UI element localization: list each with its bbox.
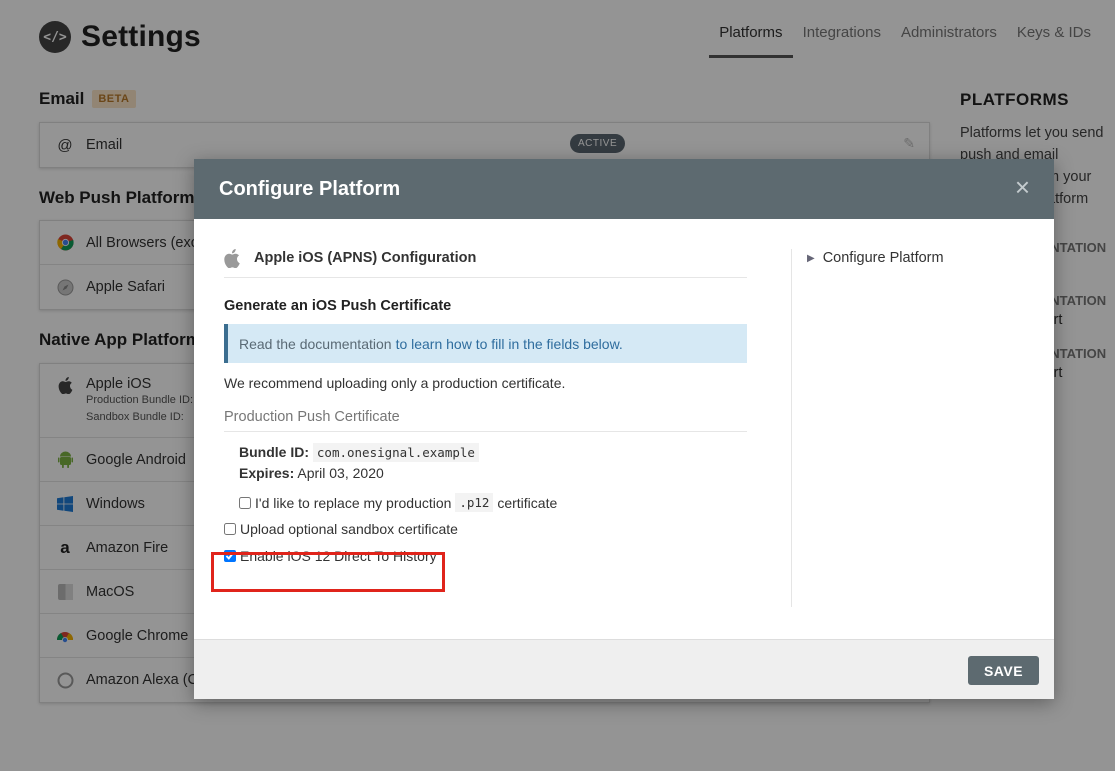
pane-divider bbox=[791, 249, 792, 607]
highlight-annotation bbox=[211, 552, 445, 592]
replace-cert-option: I'd like to replace my production .p12 c… bbox=[224, 493, 747, 512]
apple-icon bbox=[224, 249, 240, 269]
bundle-label: Bundle ID: bbox=[239, 444, 309, 460]
replace-pre: I'd like to replace my production bbox=[255, 494, 452, 511]
apns-title: Apple iOS (APNS) Configuration bbox=[254, 250, 477, 266]
configure-platform-modal: Configure Platform × Apple iOS (APNS) Co… bbox=[194, 159, 1054, 699]
config-form: Apple iOS (APNS) Configuration Generate … bbox=[224, 249, 747, 564]
close-icon[interactable]: × bbox=[1015, 174, 1030, 200]
sandbox-cert-option: Upload optional sandbox certificate bbox=[224, 521, 747, 537]
sandbox-cert-checkbox[interactable] bbox=[224, 523, 236, 535]
info-text: Read the documentation bbox=[239, 335, 392, 352]
expires-value: April 03, 2020 bbox=[297, 465, 384, 481]
toc-label: Configure Platform bbox=[822, 250, 944, 266]
generate-cert-title: Generate an iOS Push Certificate bbox=[224, 298, 452, 314]
expires-row: Expires: April 03, 2020 bbox=[239, 463, 747, 483]
p12-code: .p12 bbox=[455, 493, 494, 512]
save-button[interactable]: SAVE bbox=[968, 656, 1039, 685]
recommend-text: We recommend uploading only a production… bbox=[224, 375, 566, 391]
prod-cert-title: Production Push Certificate bbox=[224, 409, 747, 432]
modal-header: Configure Platform × bbox=[194, 159, 1054, 219]
cert-info: Bundle ID: com.onesignal.example Expires… bbox=[224, 442, 747, 483]
apns-heading: Apple iOS (APNS) Configuration bbox=[224, 249, 747, 278]
replace-post: certificate bbox=[497, 494, 558, 511]
modal-title: Configure Platform bbox=[219, 177, 401, 200]
replace-cert-checkbox[interactable] bbox=[239, 496, 251, 509]
expires-label: Expires: bbox=[239, 465, 295, 481]
modal-footer: SAVE bbox=[194, 639, 1054, 699]
bundle-value: com.onesignal.example bbox=[312, 443, 479, 462]
modal-toc: ▶ Configure Platform bbox=[807, 250, 944, 266]
bundle-id-row: Bundle ID: com.onesignal.example bbox=[239, 442, 747, 463]
docs-link[interactable]: to learn how to fill in the fields below… bbox=[396, 336, 623, 352]
sandbox-label: Upload optional sandbox certificate bbox=[240, 521, 458, 537]
caret-right-icon: ▶ bbox=[807, 252, 815, 264]
toc-configure-platform[interactable]: ▶ Configure Platform bbox=[807, 250, 944, 266]
info-callout: Read the documentation to learn how to f… bbox=[224, 324, 747, 363]
